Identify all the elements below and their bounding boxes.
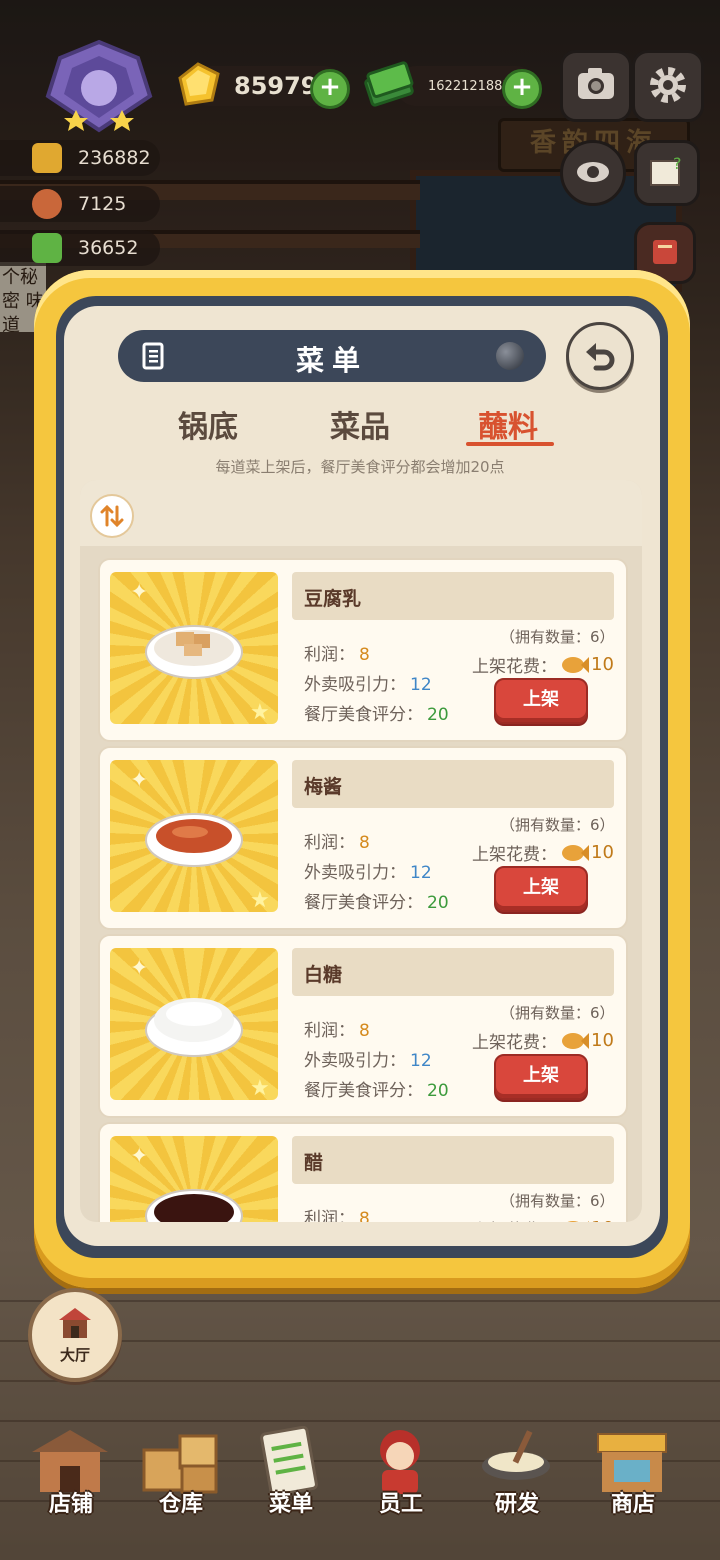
gear-icon (650, 67, 686, 103)
item-appeal: 外卖吸引力： 12 (304, 675, 432, 695)
item-owned: （拥有数量：6） (500, 628, 615, 646)
nav-warehouse-label: 仓库 (158, 1492, 203, 1517)
svg-text:?: ? (673, 155, 682, 173)
item-profit: 利润： 8 (304, 1209, 370, 1222)
menu-title: 菜单 (295, 344, 368, 377)
tab-dishes[interactable]: 菜品 (330, 402, 390, 446)
nav-shop-label: 商店 (610, 1492, 655, 1517)
item-owned: （拥有数量：6） (500, 1004, 615, 1022)
sort-icon (100, 504, 124, 528)
item-cost: 上架花费： 10 (472, 1030, 614, 1053)
tab-soup-base[interactable]: 锅底 (178, 402, 238, 446)
item-profit: 利润： 8 (304, 1021, 370, 1041)
shelve-button[interactable]: 上架 (494, 1054, 588, 1100)
title-knob-icon (496, 342, 524, 370)
star-icon: ★ (250, 700, 270, 725)
add-cash-button[interactable]: + (502, 69, 542, 109)
item-name: 梅酱 (304, 776, 343, 798)
nav-staff-label: 员工 (378, 1492, 423, 1517)
nav-store-label: 店铺 (48, 1492, 93, 1517)
star-icon: ★ (250, 888, 270, 913)
item-cost: 上架花费： 10 (472, 654, 614, 677)
recipe-book-icon (653, 240, 677, 264)
rank-badge-icon[interactable] (38, 38, 160, 134)
shelve-button[interactable]: 上架 (494, 866, 588, 912)
item-name-bar: 醋 (292, 1136, 614, 1184)
item-rating: 餐厅美食评分： 20 (304, 1081, 449, 1101)
camera-icon (578, 68, 614, 99)
list-header (80, 480, 642, 546)
item-rating: 餐厅美食评分： 20 (304, 705, 449, 725)
taiyaki-icon (562, 656, 589, 673)
stat-hotpot: 236882 (0, 140, 160, 176)
stat-ticket-value: 36652 (78, 237, 139, 259)
item-appeal: 外卖吸引力： 12 (304, 1051, 432, 1071)
nav-menu[interactable]: 菜单 (236, 1420, 346, 1540)
item-profit: 利润： 8 (304, 645, 370, 665)
shelve-button[interactable]: 上架 (494, 678, 588, 724)
hotpot-icon (32, 143, 62, 173)
list-item: ✦ ★ 梅酱 （拥有数量：6） 利润： 8 外卖吸引力： 12 餐厅美食评分： 20 … (98, 746, 628, 930)
item-name: 豆腐乳 (304, 588, 362, 610)
stat-ticket: 36652 (0, 230, 160, 266)
nav-warehouse[interactable]: 仓库 (126, 1420, 236, 1540)
sparkle-icon: ✦ (130, 1144, 149, 1169)
sparkle-icon: ✦ (130, 956, 149, 981)
nav-shop[interactable]: 商店 (578, 1420, 688, 1540)
eye-icon (577, 162, 609, 182)
item-owned: （拥有数量：6） (500, 816, 615, 834)
item-name: 醋 (304, 1152, 324, 1174)
item-name-bar: 梅酱 (292, 760, 614, 808)
back-button[interactable] (566, 322, 634, 390)
taiyaki-icon (566, 1220, 589, 1222)
cash-stack-icon (364, 61, 414, 107)
taiyaki-icon (562, 1032, 589, 1049)
camera-button[interactable] (560, 50, 632, 122)
list-item: ✦ 醋 （拥有数量：6） 利润：8 外卖吸引力：12 餐厅美食评分：20 上架花… (98, 1122, 628, 1222)
stat-chef-value: 7125 (78, 193, 127, 215)
list-item: ✦ ★ 白糖 （拥有数量：6） 利润： 8 外卖吸引力： 12 餐厅美食评分： 20 … (98, 934, 628, 1118)
item-name-bar: 白糖 (292, 948, 614, 996)
sparkle-icon: ✦ (130, 580, 149, 605)
item-name-bar: 豆腐乳 (292, 572, 614, 620)
add-gems-button[interactable]: + (310, 69, 350, 109)
item-rating: 餐厅美食评分： 20 (304, 893, 449, 913)
item-name: 白糖 (304, 964, 343, 986)
item-cost: 上架花费： 10 (472, 842, 614, 865)
taiyaki-icon (562, 844, 589, 861)
cash-value: 1622121883 (428, 78, 511, 94)
chef-icon (32, 189, 62, 219)
nav-menu-label: 菜单 (268, 1492, 313, 1517)
dish-list[interactable]: ✦ ★ 豆腐乳 （拥有数量：6） 利润： 8 外卖吸引力： 12 餐厅美食评分： 20… (80, 480, 642, 1222)
stat-hotpot-value: 236882 (78, 147, 151, 169)
menu-title-bar: 菜单 (118, 330, 546, 382)
list-item: ✦ ★ 豆腐乳 （拥有数量：6） 利润： 8 外卖吸引力： 12 餐厅美食评分： 20… (98, 558, 628, 742)
star-icon: ★ (250, 1076, 270, 1101)
return-arrow-icon (586, 343, 615, 371)
stat-chef: 7125 (0, 186, 160, 222)
house-icon (59, 1308, 91, 1338)
nav-store[interactable]: 店铺 (16, 1420, 126, 1540)
nav-research-label: 研发 (494, 1492, 539, 1517)
guide-book-button[interactable]: ? (634, 140, 700, 206)
item-owned: （拥有数量：6） (500, 1192, 615, 1210)
view-toggle-button[interactable] (560, 140, 626, 206)
item-appeal: 外卖吸引力： 12 (304, 863, 432, 883)
active-tab-indicator (466, 442, 554, 446)
item-cost: 上架花费： 10 (472, 1216, 614, 1222)
sparkle-icon: ✦ (130, 768, 149, 793)
gold-ingot-icon (178, 62, 220, 106)
menu-hint: 每道菜上架后，餐厅美食评分都会增加20点 (215, 458, 505, 476)
ticket-icon (32, 233, 62, 263)
lobby-label: 大厅 (59, 1346, 90, 1364)
nav-research[interactable]: 研发 (462, 1420, 572, 1540)
tab-dipping-sauce[interactable]: 蘸料 (478, 402, 538, 446)
sort-button[interactable] (90, 494, 134, 538)
book-icon: ? (650, 154, 682, 186)
item-profit: 利润： 8 (304, 833, 370, 853)
nav-staff[interactable]: 员工 (346, 1420, 456, 1540)
gems-value: 85979 (234, 72, 318, 100)
settings-button[interactable] (632, 50, 704, 122)
lobby-button[interactable]: 大厅 (28, 1288, 122, 1382)
